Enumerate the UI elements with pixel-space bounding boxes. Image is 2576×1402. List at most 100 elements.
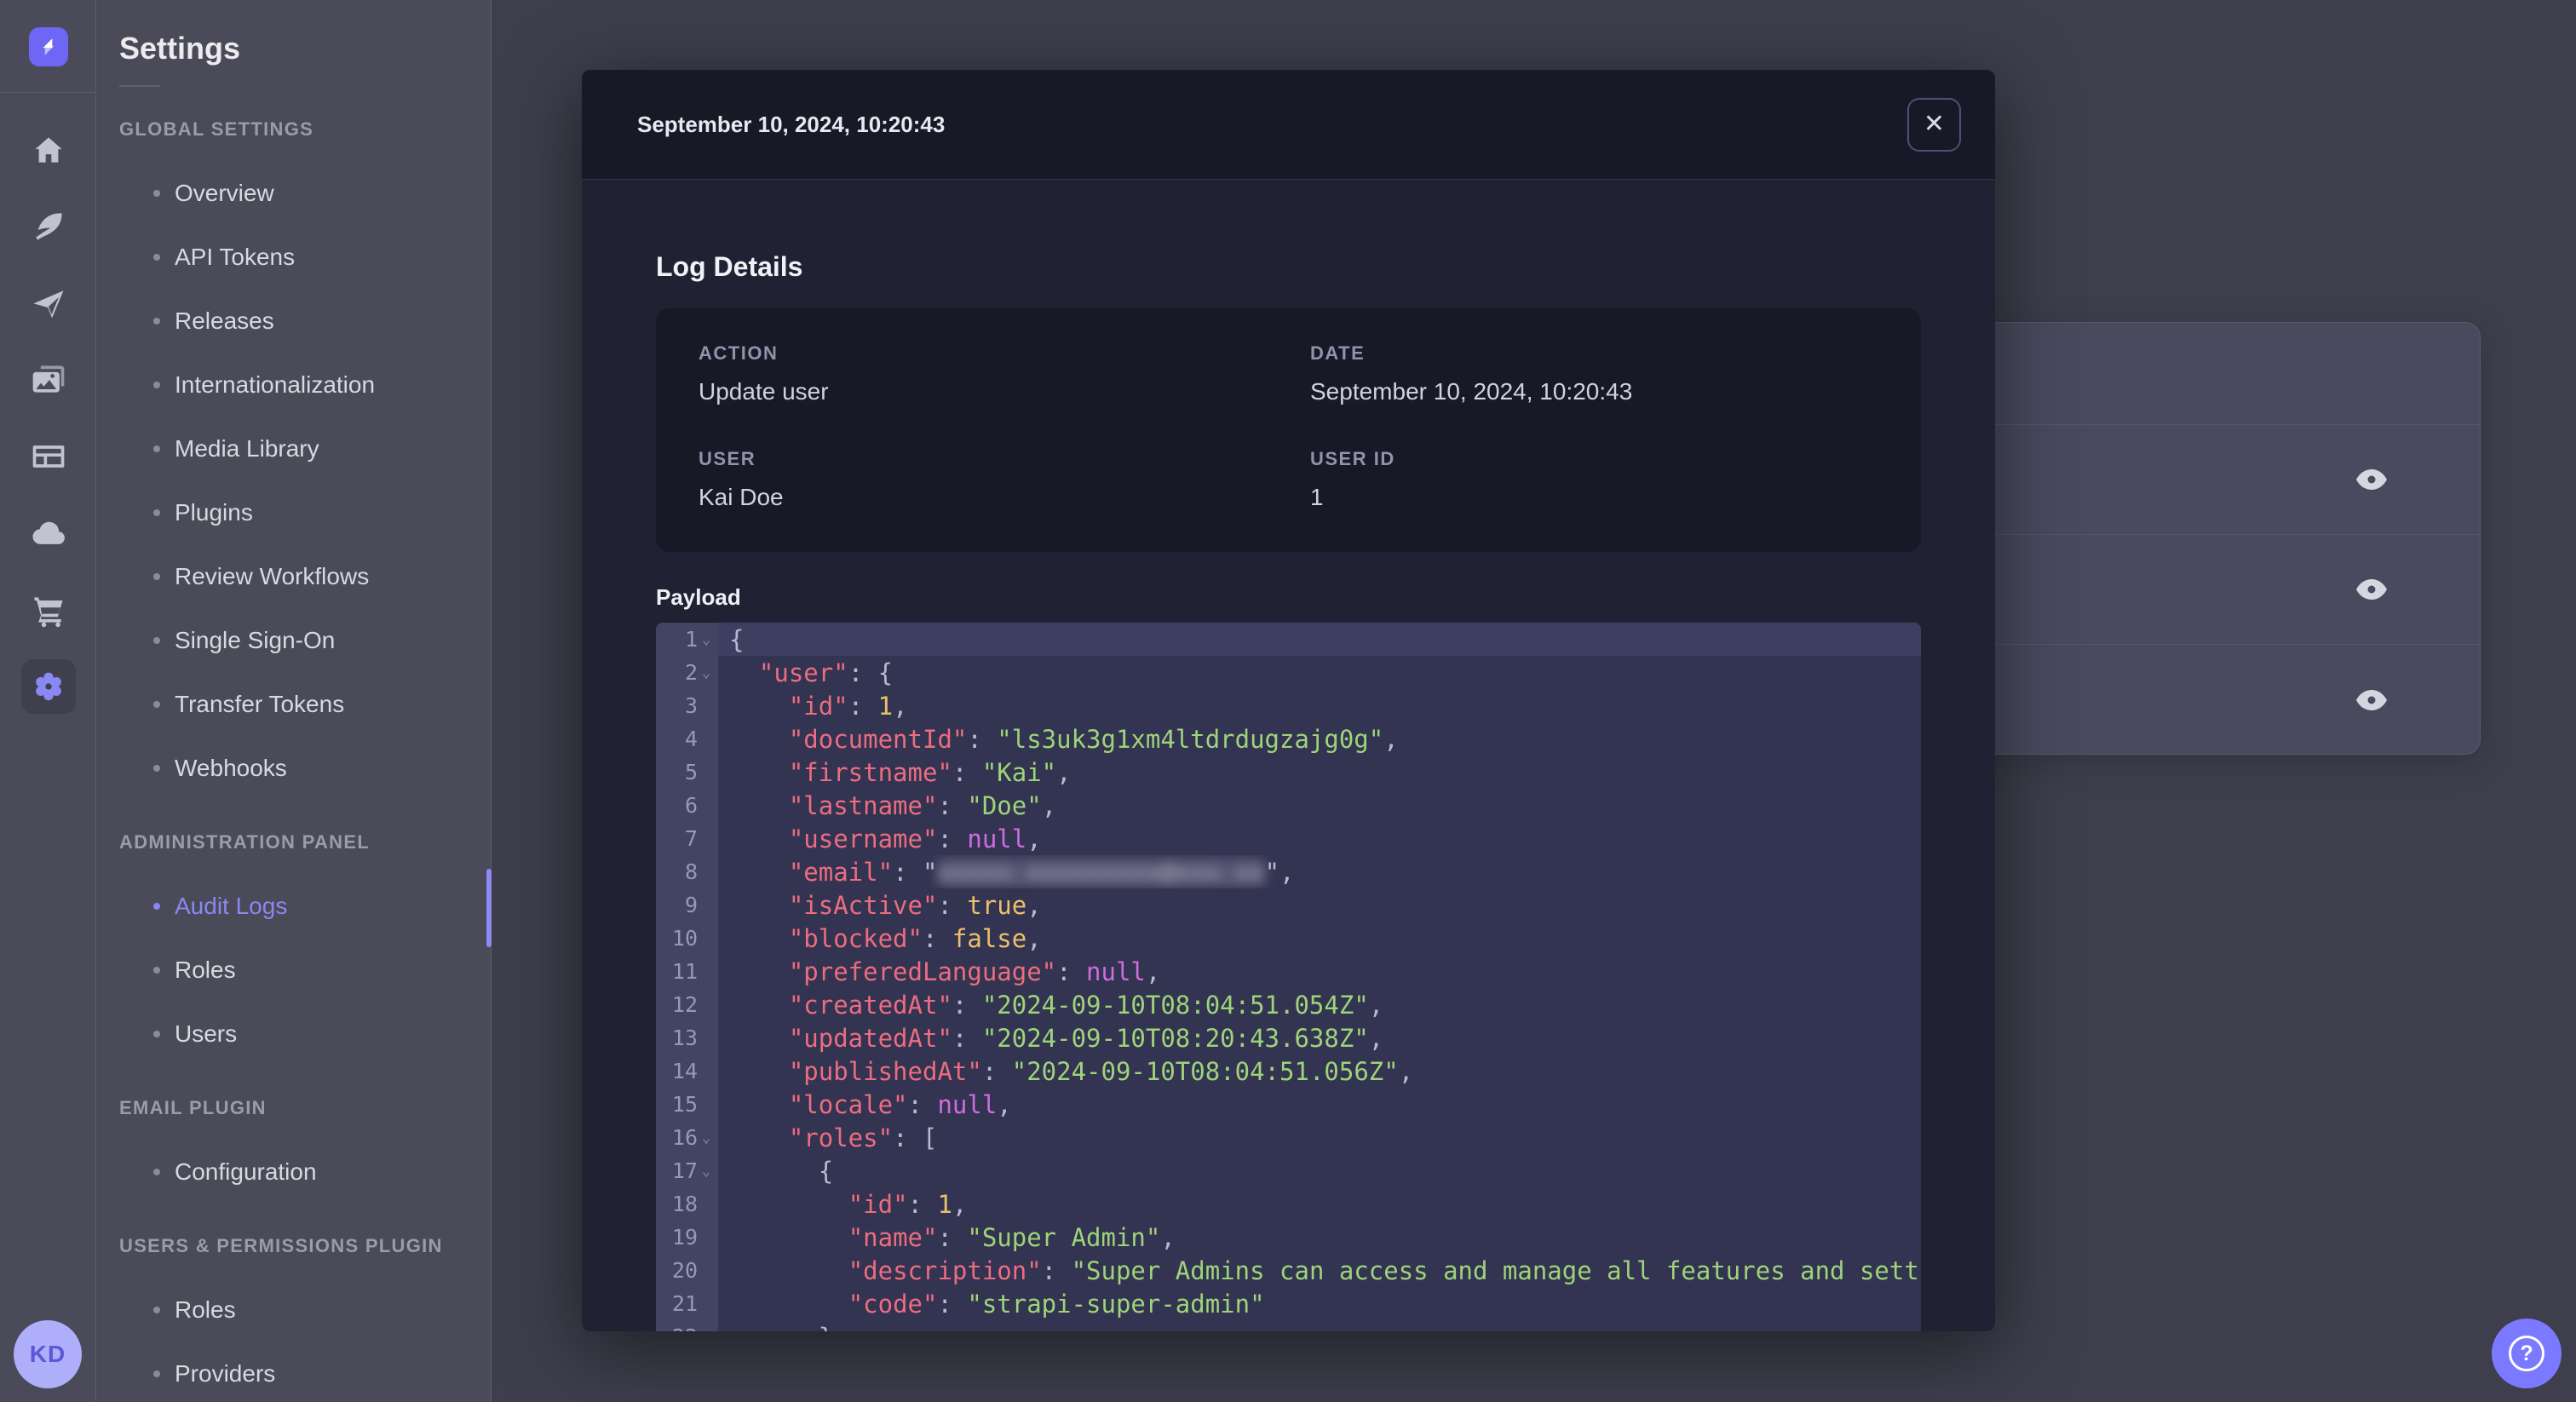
payload-code: 1 ⌄{2 ⌄ "user": {3 "id": 1,4 "documentId":…: [656, 623, 1921, 1331]
code-text: "firstname": "Kai",: [718, 756, 1921, 789]
line-number: 18: [671, 1192, 698, 1216]
sidebar-item-label: API Tokens: [175, 243, 296, 270]
marketplace-cart-icon[interactable]: [10, 572, 87, 648]
sidebar-item-providers[interactable]: Providers: [119, 1342, 491, 1402]
gutter-cell: 7: [656, 822, 718, 855]
bullet-icon: [153, 1030, 160, 1037]
token: "preferedLanguage": [788, 957, 1057, 986]
fold-toggle-icon[interactable]: ⌄: [698, 664, 715, 681]
gutter-cell: 9: [656, 888, 718, 922]
sidebar-item-roles[interactable]: Roles: [119, 938, 491, 1002]
bullet-icon: [153, 902, 160, 910]
strapi-logo[interactable]: [29, 27, 68, 66]
token: ,: [997, 1089, 1012, 1119]
token: false: [952, 923, 1027, 953]
fold-toggle-icon[interactable]: ⌄: [698, 1163, 715, 1180]
fold-toggle-icon[interactable]: ⌄: [698, 631, 715, 648]
code-line: 18 "id": 1,: [656, 1187, 1921, 1221]
content-type-builder-plane-icon[interactable]: [10, 265, 87, 342]
sidebar-item-label: Single Sign-On: [175, 626, 336, 653]
code-text: "documentId": "ls3uk3g1xm4ltdrdugzajg0g"…: [718, 722, 1921, 756]
code-text: "id": 1,: [718, 689, 1921, 722]
token: "description": [848, 1255, 1042, 1285]
gutter-cell: 4: [656, 722, 718, 756]
sidebar-item-label: Providers: [175, 1359, 276, 1387]
eye-icon: [2356, 579, 2387, 600]
sidebar-item-releases[interactable]: Releases: [119, 289, 491, 353]
releases-window-icon[interactable]: [10, 418, 87, 495]
view-log-eye-button[interactable]: [2346, 675, 2397, 726]
token: :: [937, 1222, 968, 1252]
gutter-cell: 17 ⌄: [656, 1154, 718, 1187]
gutter-cell: 5: [656, 756, 718, 789]
token: ,: [1026, 890, 1042, 920]
content-manager-feather-icon[interactable]: [10, 188, 87, 265]
token: 1: [937, 1189, 952, 1219]
view-log-eye-button[interactable]: [2346, 454, 2397, 505]
token: "ls3uk3g1xm4ltdrdugzajg0g": [997, 724, 1384, 754]
code-line: 15 "locale": null,: [656, 1088, 1921, 1121]
sidebar-item-plugins[interactable]: Plugins: [119, 480, 491, 544]
sidebar-item-internationalization[interactable]: Internationalization: [119, 353, 491, 417]
settings-gear-icon-active[interactable]: [10, 648, 87, 725]
fold-toggle-icon[interactable]: ⌄: [698, 1129, 715, 1146]
sidebar-item-single-sign-on[interactable]: Single Sign-On: [119, 608, 491, 672]
modal-body: Log Details ACTION Update user DATE Septemb…: [582, 180, 1995, 1331]
sidebar-item-label: Users: [175, 1020, 238, 1047]
strapi-logo-icon: [43, 38, 55, 55]
code-text: "roles": [: [718, 1121, 1921, 1154]
modal-title-date: September 10, 2024, 10:20:43: [637, 111, 946, 137]
sidebar-item-roles[interactable]: Roles: [119, 1278, 491, 1342]
sidebar-item-overview[interactable]: Overview: [119, 161, 491, 225]
sidebar-item-audit-logs[interactable]: Audit Logs: [119, 874, 491, 938]
line-number: 1: [684, 627, 698, 652]
page-title: Settings: [119, 31, 241, 66]
token: "Kai": [981, 757, 1057, 787]
sidebar-item-users[interactable]: Users: [119, 1002, 491, 1066]
sidebar-item-webhooks[interactable]: Webhooks: [119, 736, 491, 800]
sidebar-item-review-workflows[interactable]: Review Workflows: [119, 544, 491, 608]
log-details-modal: September 10, 2024, 10:20:43 ✕ Log Detai…: [582, 70, 1995, 1331]
section-header: GLOBAL SETTINGS: [119, 118, 314, 140]
detail-field-user: USER Kai Doe: [699, 448, 1310, 511]
home-icon[interactable]: [10, 112, 87, 188]
line-number: 2: [684, 660, 698, 685]
close-button[interactable]: ✕: [1907, 97, 1961, 152]
help-button[interactable]: ?: [2492, 1319, 2562, 1388]
code-text: "description": "Super Admins can access …: [718, 1254, 1921, 1287]
eye-icon: [2356, 689, 2387, 710]
sidebar-item-configuration[interactable]: Configuration: [119, 1140, 491, 1204]
code-line: 11 "preferedLanguage": null,: [656, 955, 1921, 988]
token: "username": [788, 824, 938, 853]
token: :: [1056, 957, 1087, 986]
gutter-cell: 16 ⌄: [656, 1121, 718, 1154]
line-number: 16: [671, 1125, 698, 1150]
rail-divider: [0, 92, 96, 93]
bullet-icon: [153, 636, 160, 644]
sidebar-item-media-library[interactable]: Media Library: [119, 417, 491, 480]
token: : ": [893, 857, 938, 887]
sidebar-item-api-tokens[interactable]: API Tokens: [119, 225, 491, 289]
close-icon: ✕: [1923, 110, 1946, 138]
code-line: 2 ⌄ "user": {: [656, 656, 1921, 689]
cloud-icon[interactable]: [10, 495, 87, 572]
token: ,: [1383, 724, 1399, 754]
sidebar-item-transfer-tokens[interactable]: Transfer Tokens: [119, 672, 491, 736]
subnav-scrollbar-thumb[interactable]: [486, 869, 492, 947]
bullet-icon: [153, 317, 160, 325]
line-number: 12: [671, 992, 698, 1017]
token: ,: [1041, 790, 1057, 820]
token: ,: [1145, 957, 1161, 986]
code-text: {: [718, 1154, 1921, 1187]
media-library-icon[interactable]: [10, 342, 87, 418]
token: "isActive": [788, 890, 938, 920]
log-details-title: Log Details: [656, 251, 803, 282]
view-log-eye-button[interactable]: [2346, 564, 2397, 615]
user-avatar[interactable]: KD: [14, 1320, 82, 1388]
